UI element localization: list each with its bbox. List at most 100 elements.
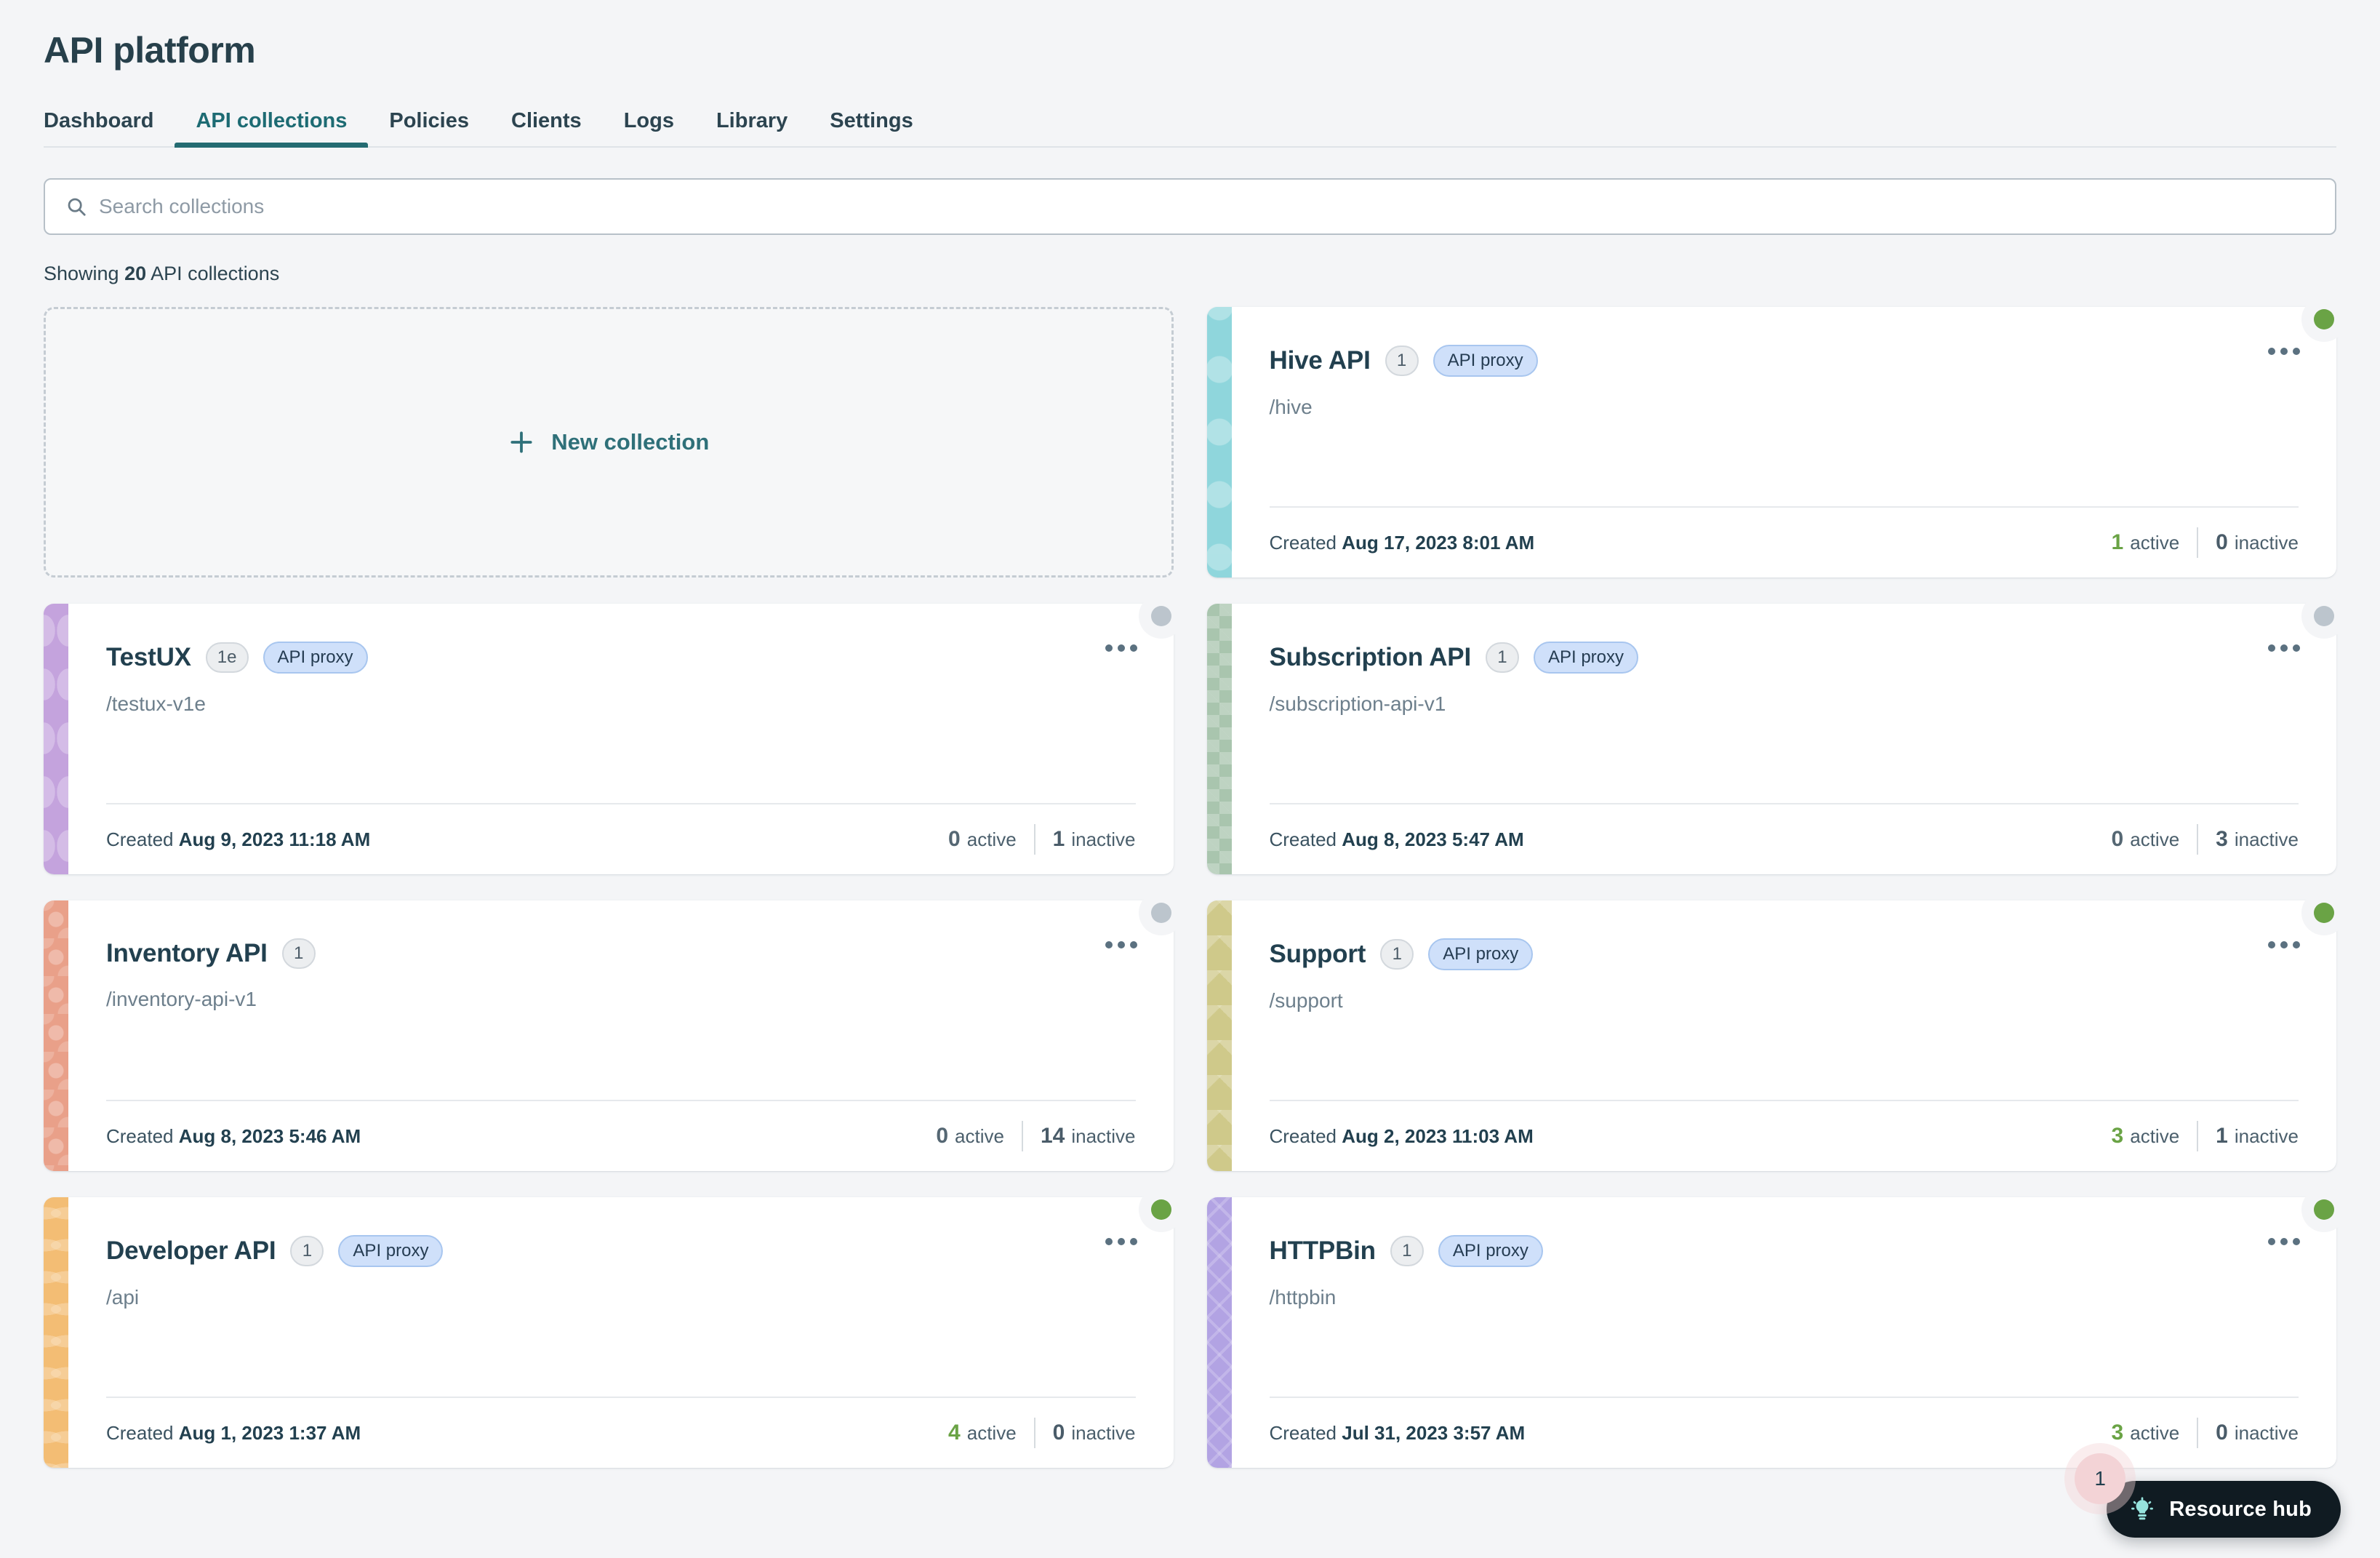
tab-library[interactable]: Library [695, 109, 809, 146]
created-value: Jul 31, 2023 3:57 AM [1342, 1421, 1526, 1444]
card-footer: Created Jul 31, 2023 3:57 AM 3 active 0 inac… [1270, 1398, 2299, 1468]
card-stats: 0 active 3 inactive [2094, 824, 2299, 855]
card-stats: 3 active 0 inactive [2094, 1418, 2299, 1448]
active-count: 3 active [2094, 1421, 2197, 1445]
collection-card[interactable]: Developer API 1 API proxy/api Created Aug 1… [44, 1187, 1184, 1468]
search-input[interactable] [99, 195, 2315, 218]
active-number: 0 [948, 827, 961, 851]
collection-path: /hive [1269, 396, 1313, 418]
collection-name: Hive API [1269, 346, 1371, 375]
created-value: Aug 17, 2023 8:01 AM [1342, 531, 1535, 554]
card-color-stripe [44, 604, 68, 874]
showing-suffix: API collections [146, 263, 280, 284]
inactive-number: 14 [1040, 1124, 1065, 1148]
search-icon [68, 198, 86, 216]
active-number: 3 [2111, 1124, 2124, 1148]
version-count-badge: 1 [1390, 1236, 1424, 1266]
tab-clients[interactable]: Clients [490, 109, 603, 146]
status-dot-icon [2314, 606, 2334, 626]
card-color-stripe [1206, 1197, 1232, 1468]
created-timestamp: Created Jul 31, 2023 3:57 AM [1270, 1422, 1526, 1445]
collection-card[interactable]: HTTPBin 1 API proxy/httpbin Created Jul 31,… [1206, 1187, 2347, 1468]
collection-card[interactable]: Hive API 1 API proxy/hive Created Aug 17, 2… [1206, 297, 2347, 578]
api-proxy-badge: API proxy [1438, 1235, 1543, 1267]
version-count-badge: 1e [205, 642, 249, 673]
api-proxy-badge: API proxy [263, 642, 368, 674]
created-prefix: Created [1269, 828, 1342, 850]
api-platform-page: API platform Dashboard API collections Pol… [0, 0, 2380, 1558]
active-count: 0 active [2094, 827, 2197, 852]
card-footer: Created Aug 2, 2023 11:03 AM 3 active 1 inac… [1270, 1101, 2299, 1171]
showing-count: Showing 20 API collections [44, 263, 2336, 285]
tab-settings[interactable]: Settings [809, 109, 934, 146]
version-count-badge: 1 [1485, 642, 1519, 673]
created-prefix: Created [106, 1421, 179, 1444]
version-count-badge: 1 [281, 938, 316, 969]
resource-hub-button[interactable]: 1 Resource hub [2075, 1453, 2341, 1538]
created-value: Aug 9, 2023 11:18 AM [178, 828, 371, 850]
card-color-stripe [44, 1197, 68, 1468]
active-label: active [955, 1125, 1004, 1147]
collection-name: Support [1269, 940, 1366, 968]
collection-path: /support [1269, 989, 1343, 1012]
active-label: active [2130, 532, 2180, 554]
created-prefix: Created [1269, 1124, 1342, 1147]
collection-name: Developer API [106, 1237, 276, 1265]
created-value: Aug 8, 2023 5:46 AM [178, 1124, 361, 1147]
status-badge [2301, 1187, 2347, 1232]
collection-card[interactable]: TestUX 1e API proxy/testux-v1e Created Aug … [44, 594, 1184, 874]
kebab-menu-icon[interactable] [2265, 340, 2303, 362]
search-collections-bar[interactable] [44, 178, 2336, 235]
status-dot-icon [2314, 1199, 2334, 1220]
created-value: Aug 2, 2023 11:03 AM [1342, 1124, 1534, 1147]
active-number: 0 [2111, 827, 2124, 851]
created-value: Aug 8, 2023 5:47 AM [1342, 828, 1524, 850]
active-count: 1 active [2094, 530, 2197, 555]
collection-path: /api [106, 1286, 140, 1309]
inactive-label: inactive [2234, 1422, 2299, 1444]
resource-hub-label: Resource hub [2169, 1497, 2312, 1521]
card-footer: Created Aug 17, 2023 8:01 AM 1 active 0 inac… [1270, 508, 2299, 578]
collection-card[interactable]: Inventory API 1/inventory-api-v1 Created A… [44, 890, 1184, 1171]
api-proxy-badge: API proxy [1428, 938, 1534, 970]
new-collection-inner: New collection [508, 428, 709, 456]
card-color-stripe [1206, 900, 1232, 1171]
card-body: Inventory API 1/inventory-api-v1 Created A… [68, 890, 1184, 1171]
active-label: active [2130, 1422, 2180, 1444]
inactive-label: inactive [2234, 828, 2299, 850]
active-count: 3 active [2094, 1124, 2197, 1148]
inactive-number: 0 [1052, 1421, 1065, 1445]
card-stats: 4 active 0 inactive [931, 1418, 1136, 1448]
tab-logs[interactable]: Logs [603, 109, 695, 146]
created-timestamp: Created Aug 8, 2023 5:47 AM [1270, 828, 1524, 851]
tab-policies[interactable]: Policies [368, 109, 490, 146]
status-dot-icon [1150, 903, 1171, 923]
kebab-menu-icon[interactable] [1102, 1231, 1140, 1253]
card-body: Developer API 1 API proxy/api Created Aug 1… [68, 1187, 1184, 1468]
tab-dashboard[interactable]: Dashboard [44, 109, 175, 146]
card-footer: Created Aug 8, 2023 5:47 AM 0 active 3 inact… [1270, 804, 2299, 874]
card-stats: 0 active 1 inactive [931, 824, 1136, 855]
created-timestamp: Created Aug 2, 2023 11:03 AM [1270, 1125, 1534, 1148]
kebab-menu-icon[interactable] [2265, 934, 2303, 956]
api-proxy-badge: API proxy [338, 1235, 444, 1267]
kebab-menu-icon[interactable] [1102, 637, 1140, 659]
tab-api-collections[interactable]: API collections [175, 109, 369, 148]
kebab-menu-icon[interactable] [1102, 934, 1140, 956]
card-body: TestUX 1e API proxy/testux-v1e Created Aug … [68, 594, 1184, 874]
collection-name: TestUX [106, 643, 191, 671]
created-prefix: Created [1269, 1421, 1342, 1444]
kebab-menu-icon[interactable] [2265, 637, 2303, 659]
card-stats: 1 active 0 inactive [2094, 527, 2299, 558]
collection-card[interactable]: Support 1 API proxy/support Created Aug 2, … [1206, 890, 2347, 1171]
created-timestamp: Created Aug 9, 2023 11:18 AM [106, 828, 370, 851]
created-timestamp: Created Aug 17, 2023 8:01 AM [1270, 532, 1535, 554]
active-count: 4 active [931, 1421, 1034, 1445]
card-footer: Created Aug 1, 2023 1:37 AM 4 active 0 inact… [106, 1398, 1136, 1468]
new-collection-tile[interactable]: New collection [44, 307, 1174, 578]
kebab-menu-icon[interactable] [2265, 1231, 2303, 1253]
api-proxy-badge: API proxy [1533, 642, 1639, 674]
collection-card[interactable]: Subscription API 1 API proxy/subscription-… [1206, 594, 2347, 874]
card-body: HTTPBin 1 API proxy/httpbin Created Jul 31,… [1232, 1187, 2347, 1468]
status-badge [2301, 890, 2347, 935]
